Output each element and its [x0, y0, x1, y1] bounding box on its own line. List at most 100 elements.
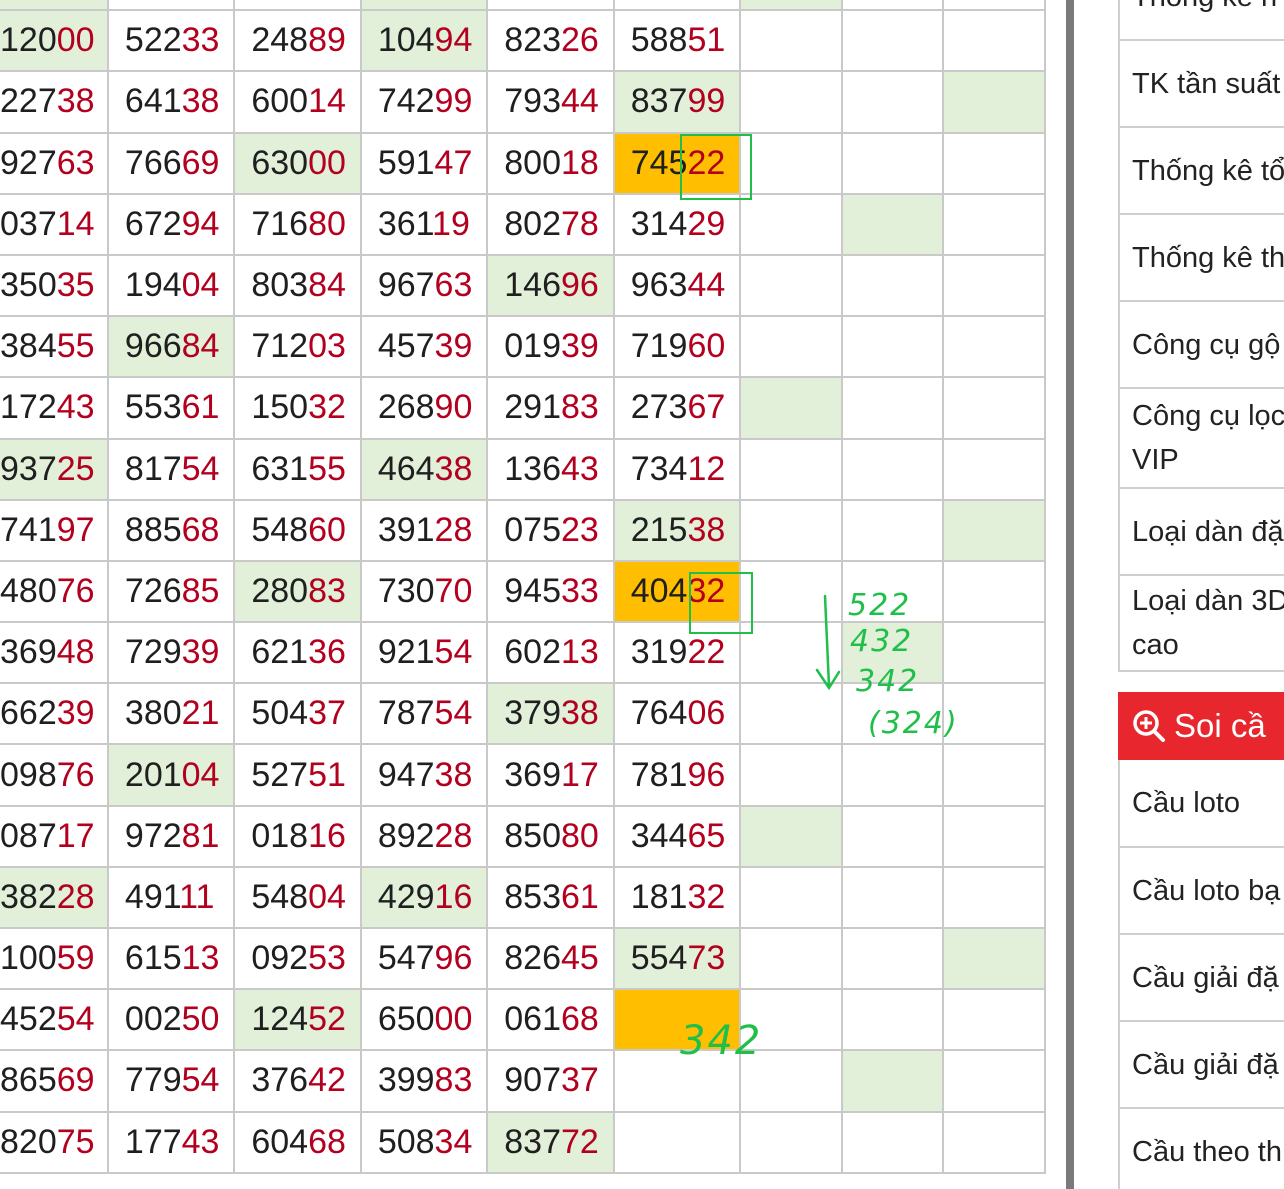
sidebar-menu-item[interactable]: Cầu theo th	[1120, 1109, 1284, 1189]
sidebar-menu-item-label: Loại dàn đặ	[1132, 515, 1284, 548]
sidebar-menu-item[interactable]: Cầu giải đặ	[1120, 1022, 1284, 1109]
table-cell: 79344	[486, 70, 615, 134]
sidebar-menu-item[interactable]: Công cụ lọc VIP	[1120, 389, 1284, 489]
sidebar-menu-item[interactable]: Loại dàn đặ	[1120, 489, 1284, 576]
sidebar-menu-item-label: Cầu loto	[1132, 787, 1241, 819]
number-last-two-digits: 54	[56, 1000, 95, 1039]
soi-cau-header[interactable]: Soi cầ	[1118, 692, 1284, 760]
table-row: 74197 88568 54860 39128 07523 21538	[0, 498, 1046, 562]
table-cell	[840, 621, 945, 685]
number-prefix: 384	[0, 327, 57, 366]
number-prefix: 766	[124, 143, 182, 182]
sidebar-menu-item[interactable]: TK tần suất	[1120, 41, 1284, 128]
number-last-two-digits: 28	[434, 816, 473, 855]
pane-divider[interactable]	[1066, 0, 1074, 1189]
table-cell: 62136	[233, 621, 362, 685]
number-last-two-digits: 75	[56, 1122, 95, 1161]
sidebar-menu-item[interactable]: Loại dàn 3D cao	[1120, 576, 1284, 672]
number-last-two-digits: 76	[56, 755, 95, 794]
sidebar-menu-item[interactable]: Cầu loto bạ	[1120, 848, 1284, 935]
table-cell: 08717	[0, 804, 109, 868]
number-prefix: 742	[377, 82, 435, 121]
sidebar-menu-item-label: Cầu giải đặ	[1132, 961, 1279, 994]
number-last-two-digits: 44	[687, 266, 726, 305]
number-prefix: 314	[630, 204, 688, 243]
table-cell: 36917	[486, 743, 615, 807]
table-cell: 54860	[233, 498, 362, 562]
number-last-two-digits: 18	[561, 143, 599, 182]
number-last-two-digits: 43	[181, 1122, 220, 1161]
number-last-two-digits: 17	[56, 816, 95, 855]
number-prefix: 181	[630, 877, 688, 916]
table-cell	[0, 0, 109, 12]
table-cell: 37642	[233, 1049, 362, 1113]
number-prefix: 921	[377, 633, 435, 672]
table-cell: 66239	[0, 682, 109, 746]
sidebar-menu-item[interactable]: Thống kê tổ	[1120, 128, 1284, 215]
number-prefix: 604	[251, 1122, 309, 1161]
table-cell: 22738	[0, 70, 109, 134]
number-prefix: 787	[377, 694, 435, 733]
number-prefix: 726	[124, 571, 182, 610]
number-last-two-digits: 96	[561, 266, 599, 305]
number-last-two-digits: 37	[561, 1061, 599, 1100]
number-prefix: 522	[124, 21, 182, 60]
number-last-two-digits: 13	[561, 633, 599, 672]
table-cell	[840, 315, 945, 379]
table-cell: 89228	[359, 804, 489, 868]
number-last-two-digits: 29	[687, 204, 726, 243]
number-last-two-digits: 54	[434, 633, 473, 672]
table-cell: 64138	[106, 70, 236, 134]
number-last-two-digits: 60	[687, 327, 726, 366]
soi-cau-menu: Cầu loto Cầu loto bạ Cầu giải đặ Cầu giải đ…	[1118, 760, 1284, 1189]
number-prefix: 588	[630, 21, 688, 60]
number-last-two-digits: 69	[181, 143, 220, 182]
number-last-two-digits: 94	[434, 21, 473, 60]
table-cell: 00250	[106, 988, 236, 1052]
sidebar-menu-item[interactable]: Công cụ gộ	[1120, 302, 1284, 389]
number-last-two-digits: 48	[56, 633, 95, 672]
table-cell: 86569	[0, 1049, 109, 1113]
number-last-two-digits: 54	[181, 449, 220, 488]
sidebar-menu-item[interactable]: Thống kê th	[1120, 215, 1284, 302]
number-last-two-digits: 51	[687, 21, 726, 60]
number-last-two-digits: 97	[56, 510, 95, 549]
table-row: 08717 97281 01816 89228 85080 34465	[0, 804, 1046, 868]
table-cell	[942, 192, 1046, 256]
number-last-two-digits: 36	[308, 633, 346, 672]
table-cell: 45739	[359, 315, 489, 379]
table-cell: 14696	[486, 253, 615, 318]
number-prefix: 719	[630, 327, 688, 366]
table-cell: 60213	[486, 621, 615, 685]
table-cell	[942, 437, 1046, 501]
number-prefix: 764	[630, 694, 688, 733]
number-last-two-digits: 03	[308, 327, 346, 366]
table-cell: 10059	[0, 926, 109, 991]
number-prefix: 963	[630, 266, 688, 305]
number-prefix: 548	[251, 510, 309, 549]
sidebar-menu-item-label: Công cụ lọc VIP	[1132, 400, 1284, 476]
sidebar-menu-item[interactable]: Thống kê n	[1120, 0, 1284, 41]
table-row: 03714 67294 71680 36119 80278 31429	[0, 192, 1046, 256]
table-cell	[840, 1110, 945, 1174]
number-prefix: 602	[504, 633, 561, 672]
table-cell	[739, 743, 843, 807]
sidebar-menu-item[interactable]: Cầu loto	[1120, 760, 1284, 848]
table-row-partial	[0, 0, 1046, 12]
table-cell: 09253	[233, 926, 362, 991]
table-cell	[840, 1049, 945, 1113]
table-cell	[942, 988, 1046, 1052]
number-prefix: 002	[124, 1000, 182, 1039]
number-prefix: 630	[251, 143, 309, 182]
table-cell: 19404	[106, 253, 236, 318]
table-cell: 36948	[0, 621, 109, 685]
number-prefix: 491	[124, 877, 180, 916]
number-last-two-digits: 96	[434, 939, 473, 978]
sidebar-menu-item[interactable]: Cầu giải đặ	[1120, 935, 1284, 1022]
number-last-two-digits: 84	[181, 327, 220, 366]
table-cell	[942, 9, 1046, 73]
table-cell	[739, 0, 843, 12]
table-cell	[739, 9, 843, 73]
table-cell: 83799	[612, 70, 742, 134]
table-cell: 07523	[486, 498, 615, 562]
